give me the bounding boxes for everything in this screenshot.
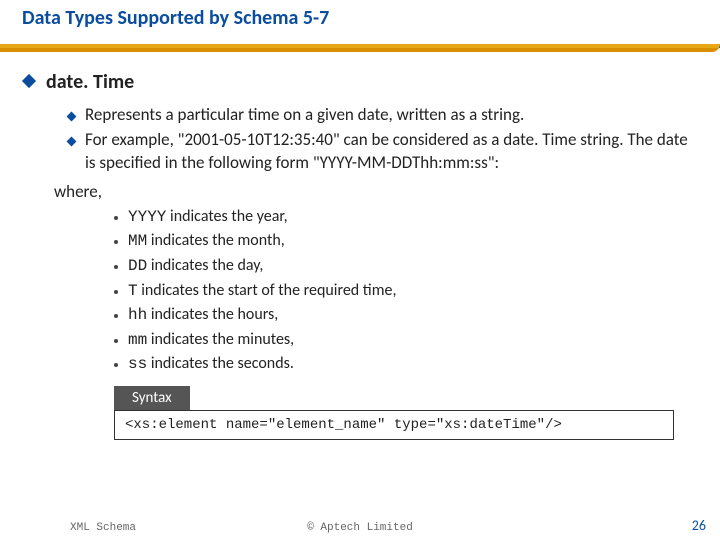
heading-datetime: date. Time [46,70,134,94]
syntax-block: Syntax <xs:element name="element_name" t… [114,386,674,440]
slide-title: Data Types Supported by Schema 5-7 [22,6,329,30]
footer-left-text: XML Schema [70,522,136,534]
page-number: 26 [692,517,706,534]
bullet-level3: hh indicates the hours, [114,304,696,327]
bullet-level3: mm indicates the minutes, [114,329,696,352]
point-text: Represents a particular time on a given … [85,104,524,127]
part-text: ss indicates the seconds. [128,353,294,376]
bullet-level3: ss indicates the seconds. [114,353,696,376]
bullet-level1: date. Time [24,70,696,94]
diamond-small-icon [67,136,77,146]
part-text: YYYY indicates the year, [128,206,288,229]
bullet-level3: YYYY indicates the year, [114,206,696,229]
slide-header: Data Types Supported by Schema 5-7 [0,0,720,48]
syntax-code: <xs:element name="element_name" type="xs… [114,410,674,440]
part-text: mm indicates the minutes, [128,329,294,352]
bullet-level2: For example, "2001-05-10T12:35:40" can b… [68,129,696,175]
bullet-level3: T indicates the start of the required ti… [114,280,696,303]
slide-content: date. Time Represents a particular time … [0,48,720,440]
dot-icon [114,290,118,294]
syntax-tab-label: Syntax [114,386,190,410]
bullet-level3: DD indicates the day, [114,255,696,278]
point-text: For example, "2001-05-10T12:35:40" can b… [85,129,696,175]
diamond-icon [22,74,36,88]
where-label: where, [54,181,696,202]
dot-icon [114,240,118,244]
part-text: hh indicates the hours, [128,304,278,327]
part-text: T indicates the start of the required ti… [128,280,396,303]
level2-list: Represents a particular time on a given … [68,104,696,175]
bullet-level3: MM indicates the month, [114,230,696,253]
diamond-small-icon [67,112,77,122]
dot-icon [114,314,118,318]
dot-icon [114,216,118,220]
bullet-level2: Represents a particular time on a given … [68,104,696,127]
dot-icon [114,339,118,343]
part-text: MM indicates the month, [128,230,285,253]
level3-list: YYYY indicates the year, MM indicates th… [114,206,696,376]
dot-icon [114,363,118,367]
slide-footer: XML Schema © Aptech Limited 26 [0,514,720,534]
part-text: DD indicates the day, [128,255,263,278]
footer-center-text: © Aptech Limited [307,522,413,534]
dot-icon [114,265,118,269]
